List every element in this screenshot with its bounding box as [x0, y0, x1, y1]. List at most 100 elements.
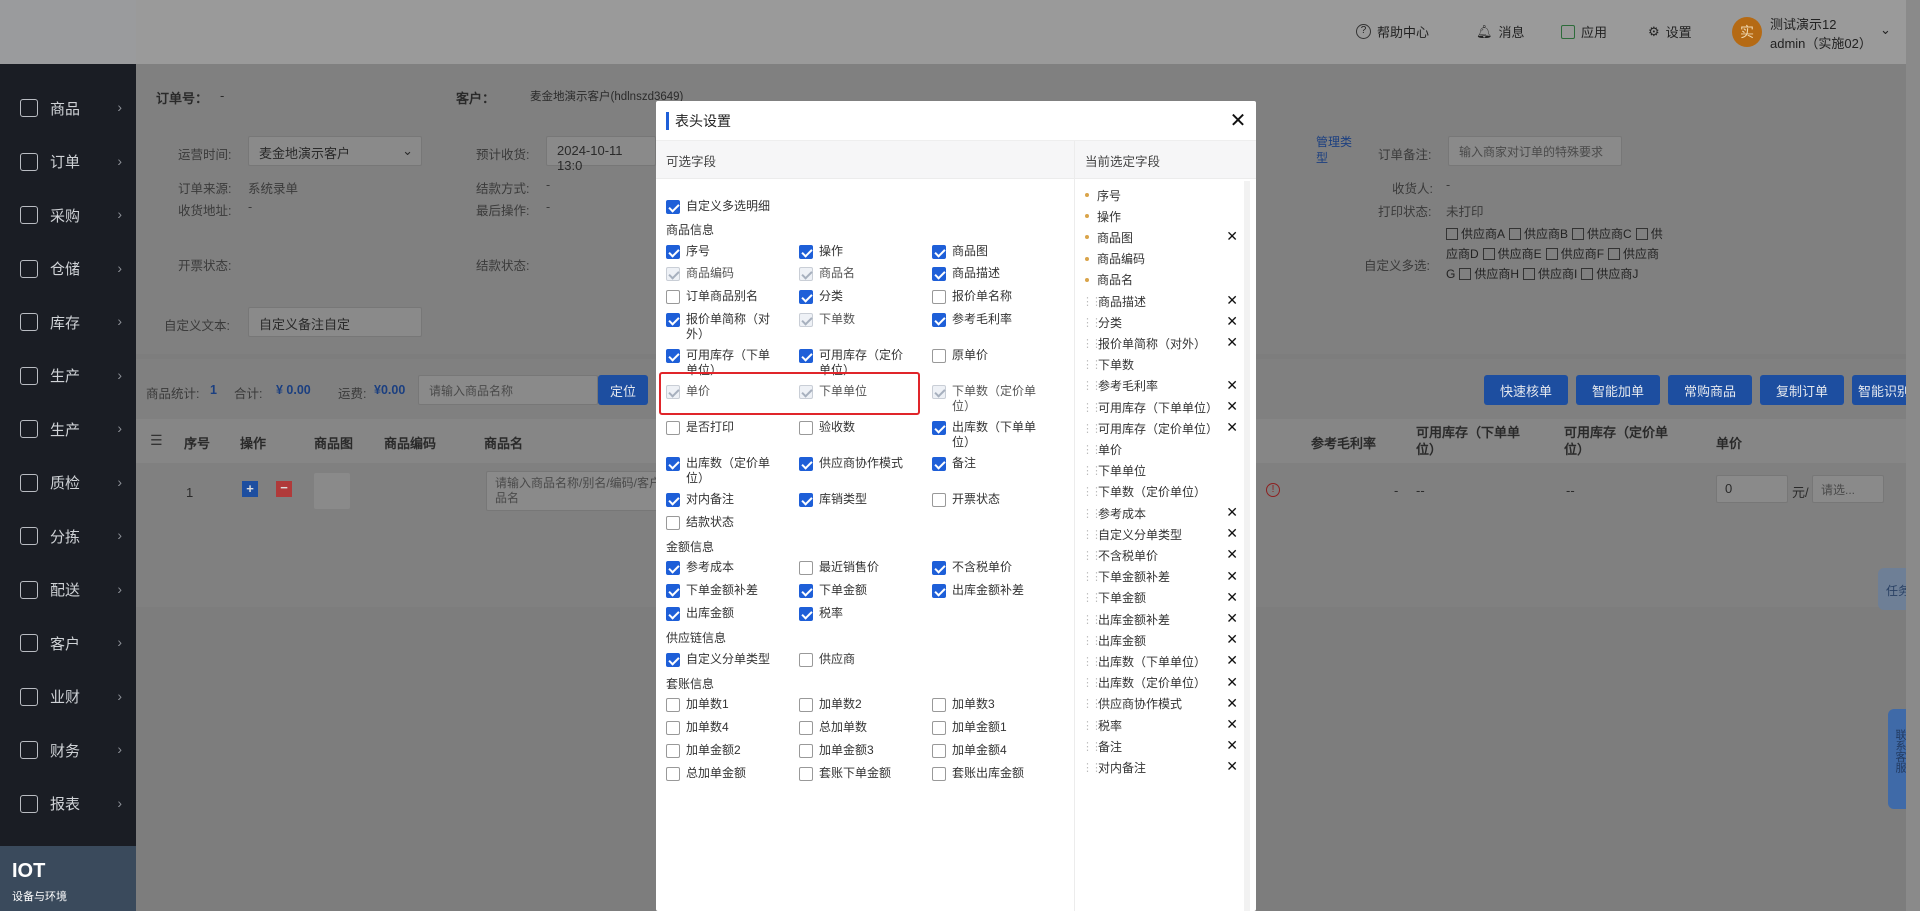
selected-field-item[interactable]: ⋮⋮ 出库金额 ✕: [1082, 630, 1248, 650]
selected-field-item[interactable]: ⋮⋮ 备注 ✕: [1082, 736, 1248, 756]
remove-field-icon[interactable]: ✕: [1226, 334, 1238, 351]
action-button-1[interactable]: 智能加单: [1576, 375, 1660, 405]
sidebar-item-5[interactable]: 生产 ›: [0, 350, 136, 402]
field-checkbox[interactable]: 加单金额1: [932, 720, 1037, 735]
field-checkbox[interactable]: 总加单金额: [666, 766, 771, 781]
remove-field-icon[interactable]: ✕: [1226, 419, 1238, 436]
drag-handle-icon[interactable]: ⋮⋮: [1082, 507, 1102, 520]
selected-field-item[interactable]: ⋮⋮ 商品描述 ✕: [1082, 291, 1248, 311]
supplier-checkbox[interactable]: 供应商F: [1545, 247, 1604, 261]
remove-field-icon[interactable]: ✕: [1226, 716, 1238, 733]
sidebar-item-10[interactable]: 客户 ›: [0, 617, 136, 669]
drag-handle-icon[interactable]: ⋮⋮: [1082, 337, 1102, 350]
expected-date-input[interactable]: 2024-10-11 13:0: [546, 136, 656, 173]
selected-field-item[interactable]: ⋮⋮ 单价: [1082, 439, 1248, 459]
remove-field-icon[interactable]: ✕: [1226, 758, 1238, 775]
remark-input[interactable]: 输入商家对订单的特殊要求: [1448, 136, 1622, 166]
field-checkbox[interactable]: 商品描述: [932, 266, 1037, 281]
remove-field-icon[interactable]: ✕: [1226, 674, 1238, 691]
selected-field-item[interactable]: 商品图 ✕: [1082, 227, 1248, 247]
drag-handle-icon[interactable]: ⋮⋮: [1082, 379, 1102, 392]
remove-field-icon[interactable]: ✕: [1226, 589, 1238, 606]
field-checkbox[interactable]: 是否打印: [666, 420, 771, 435]
sidebar-item-6[interactable]: 生产 ›: [0, 403, 136, 455]
field-checkbox[interactable]: 序号: [666, 244, 771, 259]
selected-field-item[interactable]: ⋮⋮ 参考成本 ✕: [1082, 503, 1248, 523]
drag-handle-icon[interactable]: ⋮⋮: [1082, 295, 1102, 308]
drag-handle-icon[interactable]: ⋮⋮: [1082, 422, 1102, 435]
goods-search-input[interactable]: 请输入商品名称: [418, 375, 598, 405]
selected-field-item[interactable]: ⋮⋮ 对内备注 ✕: [1082, 757, 1248, 777]
messages-link[interactable]: 🔔︎ 消息: [1476, 22, 1525, 41]
remove-field-icon[interactable]: ✕: [1226, 568, 1238, 585]
selected-field-item[interactable]: ⋮⋮ 下单单位: [1082, 461, 1248, 481]
help-center-link[interactable]: ? 帮助中心: [1356, 22, 1429, 41]
remove-row-icon[interactable]: −: [276, 481, 292, 497]
price-input[interactable]: 0: [1716, 475, 1788, 503]
field-checkbox[interactable]: 自定义多选明细: [666, 199, 866, 214]
selected-field-item[interactable]: ⋮⋮ 税率 ✕: [1082, 715, 1248, 735]
supplier-checkbox[interactable]: 供应商H: [1459, 267, 1519, 281]
remove-field-icon[interactable]: ✕: [1226, 313, 1238, 330]
field-checkbox[interactable]: 供应商: [799, 652, 904, 667]
remove-field-icon[interactable]: ✕: [1226, 737, 1238, 754]
chevron-down-icon[interactable]: ⌄: [1880, 22, 1891, 38]
field-checkbox[interactable]: 加单金额2: [666, 743, 771, 758]
field-checkbox[interactable]: 套账下单金额: [799, 766, 904, 781]
field-checkbox[interactable]: 备注: [932, 456, 1037, 471]
field-checkbox[interactable]: 商品图: [932, 244, 1037, 259]
field-checkbox[interactable]: 报价单名称: [932, 289, 1037, 304]
action-button-3[interactable]: 复制订单: [1760, 375, 1844, 405]
drag-handle-icon[interactable]: ⋮⋮: [1082, 485, 1102, 498]
sidebar-item-12[interactable]: 财务 ›: [0, 724, 136, 776]
selected-field-item[interactable]: ⋮⋮ 自定义分单类型 ✕: [1082, 524, 1248, 544]
locate-button[interactable]: 定位: [598, 375, 648, 405]
drag-handle-icon[interactable]: ⋮⋮: [1082, 591, 1102, 604]
field-checkbox[interactable]: 出库金额补差: [932, 583, 1037, 598]
drag-handle-icon[interactable]: ⋮⋮: [1082, 634, 1102, 647]
ops-time-select[interactable]: 麦金地演示客户 ⌄: [248, 136, 422, 166]
field-checkbox[interactable]: 参考毛利率: [932, 312, 1037, 327]
field-checkbox[interactable]: 库销类型: [799, 492, 904, 507]
field-checkbox[interactable]: 结款状态: [666, 515, 771, 530]
selected-field-item[interactable]: ⋮⋮ 下单金额补差 ✕: [1082, 567, 1248, 587]
field-checkbox[interactable]: 套账出库金额: [932, 766, 1037, 781]
field-checkbox[interactable]: 加单金额3: [799, 743, 904, 758]
field-checkbox[interactable]: 分类: [799, 289, 904, 304]
supplier-checkbox[interactable]: 供应商C: [1572, 227, 1632, 241]
remove-field-icon[interactable]: ✕: [1226, 398, 1238, 415]
drag-handle-icon[interactable]: ⋮⋮: [1082, 719, 1102, 732]
selected-field-item[interactable]: ⋮⋮ 不含税单价 ✕: [1082, 545, 1248, 565]
field-checkbox[interactable]: 加单金额4: [932, 743, 1037, 758]
field-checkbox[interactable]: 出库数（下单单位）: [932, 420, 1037, 450]
sidebar-item-0[interactable]: 商品 ›: [0, 82, 136, 134]
settings-link[interactable]: ⚙ 设置: [1648, 22, 1692, 41]
selected-field-item[interactable]: 商品编码: [1082, 249, 1248, 269]
field-checkbox[interactable]: 开票状态: [932, 492, 1037, 507]
remove-field-icon[interactable]: ✕: [1226, 504, 1238, 521]
selected-field-item[interactable]: 序号: [1082, 185, 1248, 205]
drag-handle-icon[interactable]: ⋮⋮: [1082, 443, 1102, 456]
field-checkbox[interactable]: 出库金额: [666, 606, 771, 621]
custom-text-input[interactable]: 自定义备注自定: [248, 307, 422, 337]
add-row-icon[interactable]: +: [242, 481, 258, 497]
supplier-checkbox[interactable]: 供应商J: [1581, 267, 1638, 281]
field-checkbox[interactable]: 原单价: [932, 348, 1037, 363]
field-checkbox[interactable]: 加单数3: [932, 697, 1037, 712]
sidebar-item-3[interactable]: 仓储 ›: [0, 243, 136, 295]
field-checkbox[interactable]: 下单金额: [799, 583, 904, 598]
sidebar-item-13[interactable]: 报表 ›: [0, 778, 136, 830]
drag-handle-icon[interactable]: ⋮⋮: [1082, 697, 1102, 710]
remove-field-icon[interactable]: ✕: [1226, 292, 1238, 309]
action-button-0[interactable]: 快速核单: [1484, 375, 1568, 405]
selected-field-item[interactable]: ⋮⋮ 出库数（下单单位） ✕: [1082, 651, 1248, 671]
selected-field-item[interactable]: ⋮⋮ 下单数（定价单位）: [1082, 482, 1248, 502]
field-checkbox[interactable]: 加单数1: [666, 697, 771, 712]
drag-handle-icon[interactable]: ⋮⋮: [1082, 740, 1102, 753]
drag-handle-icon[interactable]: ⋮⋮: [1082, 761, 1102, 774]
field-checkbox[interactable]: 操作: [799, 244, 904, 259]
selected-field-item[interactable]: ⋮⋮ 供应商协作模式 ✕: [1082, 694, 1248, 714]
iot-banner[interactable]: IOT 设备与环境: [0, 846, 136, 911]
sidebar-item-1[interactable]: 订单 ›: [0, 136, 136, 188]
remove-field-icon[interactable]: ✕: [1226, 525, 1238, 542]
